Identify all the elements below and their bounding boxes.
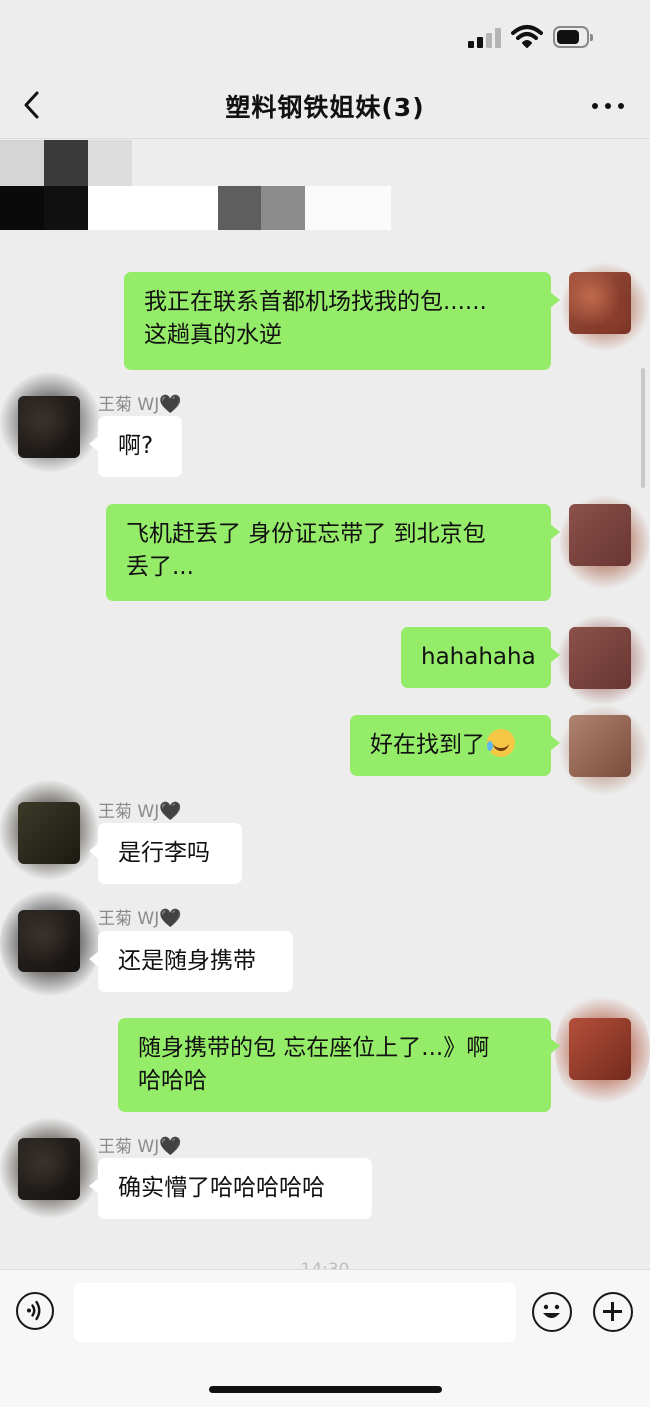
- emoji-icon[interactable]: [532, 1292, 572, 1332]
- avatar[interactable]: [569, 715, 631, 777]
- chat-title: 塑料钢铁姐妹(3): [225, 93, 425, 122]
- redacted-mosaic: [0, 140, 400, 244]
- message-text: 还是随身携带: [118, 948, 256, 974]
- message-text: 飞机赶丢了 身份证忘带了 到北京包: [126, 521, 486, 547]
- message-text: 这趟真的水逆: [144, 322, 282, 348]
- avatar[interactable]: [18, 396, 80, 458]
- sender-name: 王菊 WJ🖤: [98, 801, 182, 822]
- avatar[interactable]: [569, 627, 631, 689]
- input-bar: [0, 1269, 650, 1407]
- chat-bubble[interactable]: 是行李吗: [89, 823, 242, 884]
- chat-bubble[interactable]: 我正在联系首都机场找我的包...... 这趟真的水逆: [124, 272, 560, 370]
- avatar[interactable]: [18, 910, 80, 972]
- message-text: 随身携带的包 忘在座位上了...》啊: [138, 1035, 490, 1061]
- home-indicator: [209, 1386, 442, 1393]
- message-text: 是行李吗: [118, 840, 210, 866]
- message-input[interactable]: [74, 1283, 516, 1342]
- battery-icon: [553, 26, 593, 48]
- chat-bubble[interactable]: 飞机赶丢了 身份证忘带了 到北京包 丢了...: [106, 504, 560, 601]
- chat-bubble[interactable]: 好在找到了: [350, 715, 560, 776]
- message-text: 好在找到了: [370, 732, 485, 758]
- message-text: 啊?: [118, 433, 154, 459]
- chat-bubble[interactable]: 确实懵了哈哈哈哈哈: [89, 1158, 372, 1219]
- message-text: 哈哈哈: [138, 1068, 207, 1094]
- avatar[interactable]: [569, 272, 631, 334]
- chat-bubble[interactable]: 啊?: [89, 416, 182, 477]
- wifi-icon: [511, 25, 543, 48]
- avatar[interactable]: [18, 802, 80, 864]
- more-dots-icon[interactable]: [587, 90, 629, 120]
- message-text: 丢了...: [126, 554, 194, 580]
- message-text: hahahaha: [421, 644, 536, 670]
- voice-icon[interactable]: [16, 1292, 54, 1330]
- chat-bubble[interactable]: hahahaha: [401, 627, 560, 688]
- message-text: 我正在联系首都机场找我的包......: [144, 289, 487, 315]
- message-text: 确实懵了哈哈哈哈哈: [118, 1175, 325, 1201]
- chat-bubble[interactable]: 还是随身携带: [89, 931, 293, 992]
- sender-name: 王菊 WJ🖤: [98, 394, 182, 415]
- scrollbar[interactable]: [641, 368, 645, 488]
- avatar[interactable]: [569, 1018, 631, 1080]
- status-bar: [0, 0, 650, 72]
- chat-bubble[interactable]: 随身携带的包 忘在座位上了...》啊 哈哈哈: [118, 1018, 560, 1112]
- avatar[interactable]: [18, 1138, 80, 1200]
- plus-icon[interactable]: [593, 1292, 633, 1332]
- sender-name: 王菊 WJ🖤: [98, 1136, 182, 1157]
- tears-of-joy-emoji-icon: [487, 729, 515, 757]
- signal-icon: [468, 28, 502, 48]
- chat-header: 塑料钢铁姐妹(3): [0, 72, 650, 139]
- sender-name: 王菊 WJ🖤: [98, 908, 182, 929]
- avatar[interactable]: [569, 504, 631, 566]
